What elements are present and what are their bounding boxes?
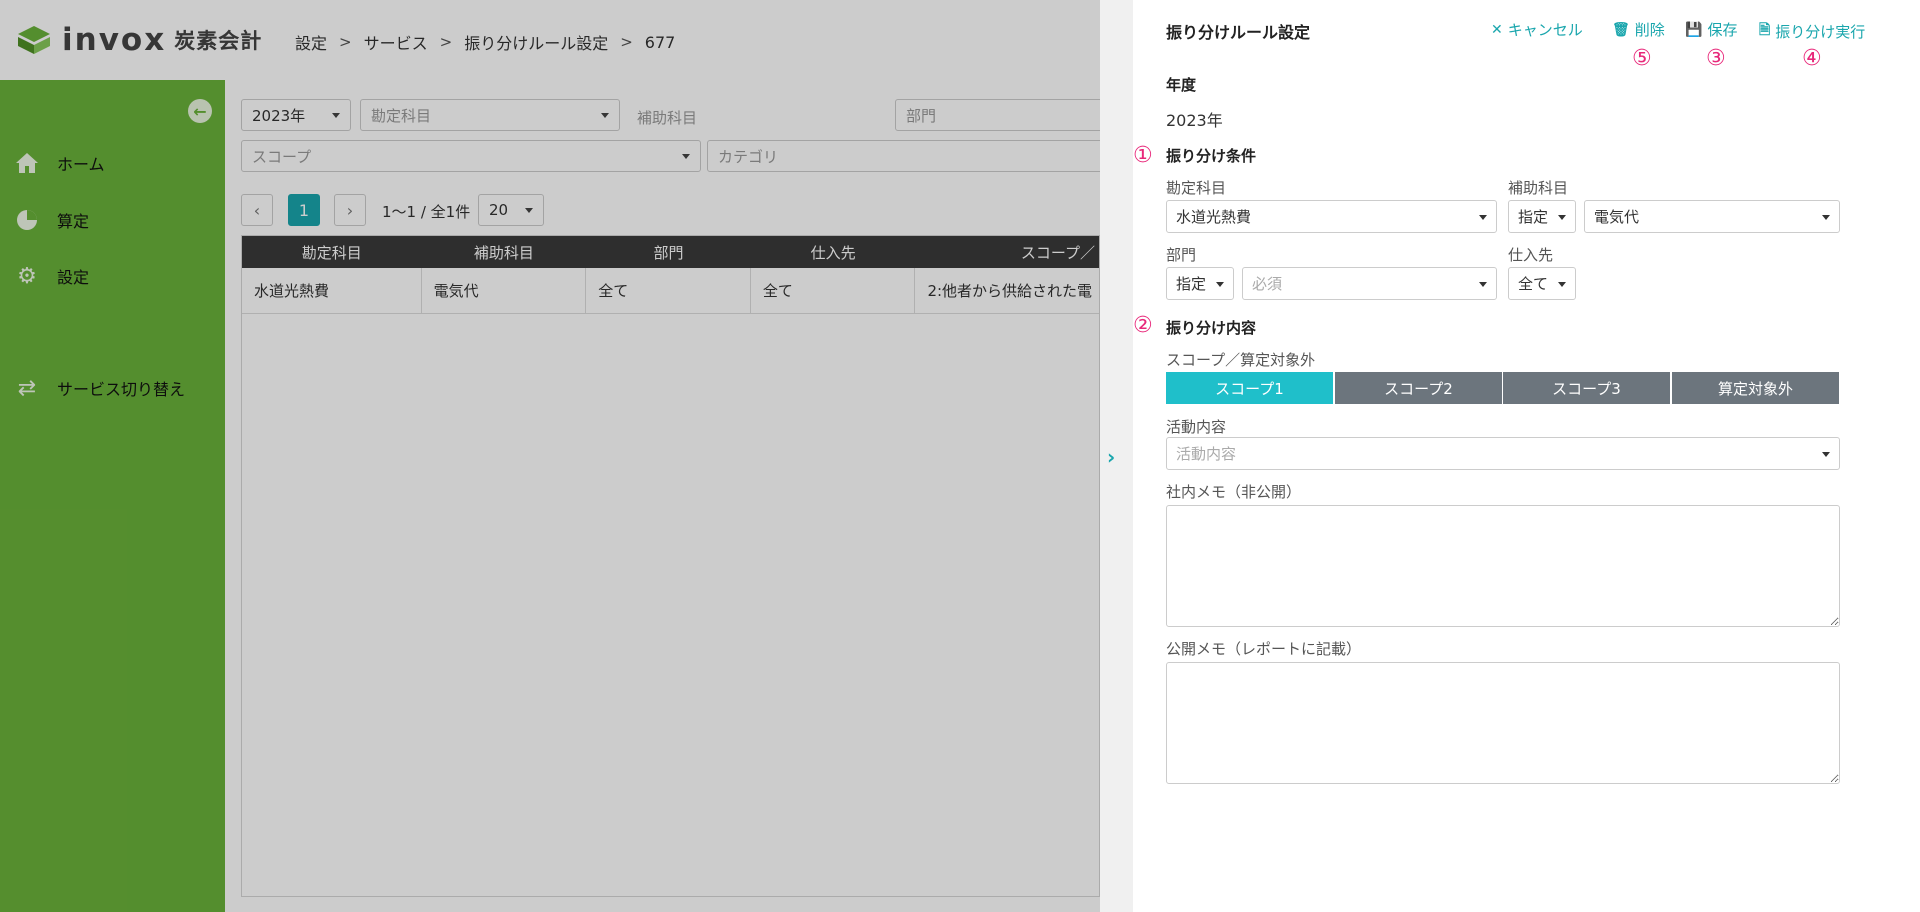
execute-allocation-button[interactable]: 🗎 振り分け実行 [1759,19,1865,43]
file-import-icon: 🗎 [1759,22,1771,38]
activity-select[interactable]: 活動内容 [1166,437,1840,470]
caret-down-icon [1558,215,1566,220]
subaccount-mode-select[interactable]: 指定 [1508,200,1576,233]
public-memo-label: 公開メモ（レポートに記載） [1166,640,1362,658]
internal-memo-label: 社内メモ（非公開） [1166,483,1302,501]
trash-icon: 🗑 [1612,21,1630,38]
save-button[interactable]: 💾 保存 [1685,19,1737,40]
modal-overlay[interactable] [0,0,1100,912]
year-label: 年度 [1166,76,1197,94]
chevron-right-icon[interactable]: › [1107,445,1115,469]
scope-3-button[interactable]: スコープ3 [1503,372,1670,404]
account-label: 勘定科目 [1166,179,1227,197]
account-select[interactable]: 水道光熱費 [1166,200,1497,233]
scope-label: スコープ／算定対象外 [1166,351,1316,369]
panel-title: 振り分けルール設定 [1166,23,1311,42]
subaccount-label: 補助科目 [1508,179,1569,197]
caret-down-icon [1822,215,1830,220]
rule-settings-panel: 振り分けルール設定 ✕ キャンセル 🗑 削除 💾 保存 🗎 振り分け実行 ⑤ ③… [1133,0,1920,912]
out-of-scope-button[interactable]: 算定対象外 [1672,372,1839,404]
annotation-marker-conditions: ① [1133,143,1153,168]
caret-down-icon [1558,282,1566,287]
activity-label: 活動内容 [1166,418,1227,436]
close-icon: ✕ [1491,21,1503,38]
annotation-marker-execute: ④ [1802,46,1822,71]
scope-1-button[interactable]: スコープ1 [1166,372,1333,404]
annotation-marker-content: ② [1133,313,1153,338]
supplier-select[interactable]: 全て [1508,267,1576,300]
caret-down-icon [1822,452,1830,457]
annotation-marker-delete: ⑤ [1632,46,1652,71]
conditions-heading: 振り分け条件 [1166,147,1257,165]
content-heading: 振り分け内容 [1166,319,1257,337]
caret-down-icon [1479,282,1487,287]
caret-down-icon [1479,215,1487,220]
supplier-label: 仕入先 [1508,246,1554,264]
public-memo-textarea[interactable] [1166,662,1840,784]
panel-edge-strip [1100,0,1133,912]
internal-memo-textarea[interactable] [1166,505,1840,627]
department-mode-select[interactable]: 指定 [1166,267,1234,300]
annotation-marker-save: ③ [1706,46,1726,71]
cancel-button[interactable]: ✕ キャンセル [1491,19,1583,40]
floppy-disk-icon: 💾 [1685,21,1703,38]
subaccount-select[interactable]: 電気代 [1584,200,1840,233]
year-value: 2023年 [1166,111,1223,130]
department-select[interactable]: 必須 [1242,267,1497,300]
caret-down-icon [1216,282,1224,287]
delete-button[interactable]: 🗑 削除 [1612,19,1665,40]
department-label: 部門 [1166,246,1197,264]
scope-2-button[interactable]: スコープ2 [1335,372,1502,404]
